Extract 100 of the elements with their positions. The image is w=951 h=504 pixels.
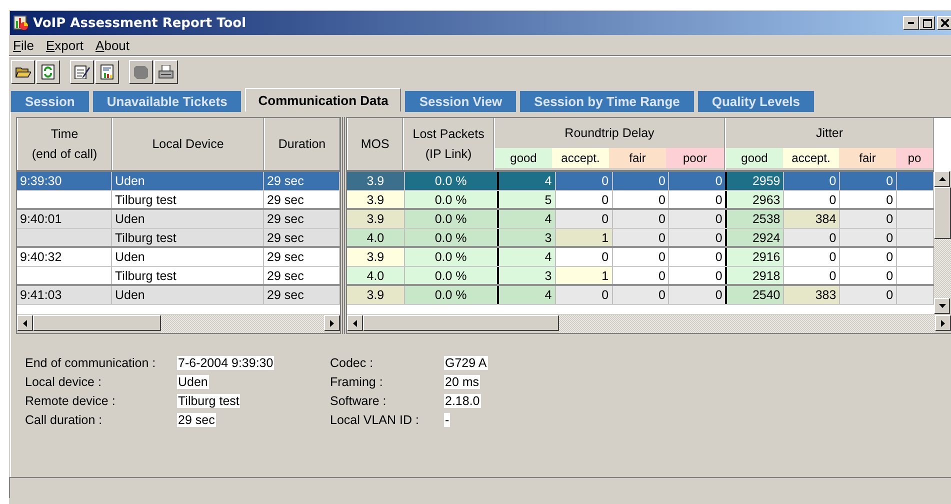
table-cell: 9:40:01 [20,212,62,226]
column-header[interactable]: accept. [552,148,609,168]
table-cell: 383 [784,286,840,304]
column-header[interactable]: fair [609,148,666,168]
field-label: Remote device : [25,394,116,408]
table-cell: 29 sec [267,250,304,264]
table-cell: 0.0 % [404,191,499,208]
table-cell: 1 [556,229,613,246]
close-button[interactable] [937,16,951,30]
table-row[interactable]: 3.9 0.0 % 4 0 0 0 2959 0 0 [347,172,934,191]
column-header[interactable]: Roundtrip Delay [495,118,724,148]
table-cell: 0 [612,229,670,246]
column-header[interactable]: Time (end of call) [17,118,112,170]
report-icon [100,64,114,80]
table-cell: 0.0 % [404,229,499,246]
table-cell: 3 [498,229,556,246]
column-header[interactable]: good [495,148,552,168]
tab[interactable]: Unavailable Tickets [92,91,242,112]
table-row[interactable]: 9:40:32 Uden 29 sec [17,248,340,267]
field-value: 29 sec [177,413,216,427]
table-cell: 0 [556,286,613,304]
table-row[interactable]: Tilburg test 29 sec [17,267,340,286]
field-label: Framing : [330,375,384,389]
table-cell: 2924 [727,229,784,246]
table-cell: 3.9 [347,210,405,228]
toolbar-button[interactable] [36,60,60,84]
table-row[interactable]: 3.9 0.0 % 4 0 0 0 2916 0 0 [347,248,934,267]
table-cell: Uden [115,174,145,188]
table-row[interactable]: 9:41:03 Uden 29 sec [17,286,340,305]
table-cell: Uden [115,212,145,226]
table-cell: Tilburg test [115,192,176,206]
table-cell: 29 sec [267,230,304,244]
column-header[interactable]: MOS [347,118,404,170]
table-cell: 0.0 % [404,172,499,190]
maximize-button[interactable] [919,16,935,30]
right-arrow-icon [941,320,945,326]
menu-item[interactable]: Export [46,38,84,52]
table-cell: 0 [612,210,670,228]
table-cell: 0 [612,248,670,266]
table-row[interactable]: 3.9 0.0 % 5 0 0 0 2963 0 0 [347,191,934,210]
tab[interactable]: Session View [405,91,516,112]
table-row[interactable]: 9:39:30 Uden 29 sec [17,172,340,191]
table-cell: 0 [556,210,613,228]
minimize-button[interactable] [903,16,919,30]
table-cell: 4.0 [347,267,405,284]
tab[interactable]: Session by Time Range [520,91,694,112]
tab[interactable]: Quality Levels [698,91,814,112]
column-header[interactable]: po [896,148,933,168]
table-cell: 0 [612,191,670,208]
table-cell: 4 [498,248,556,266]
vertical-scrollbar[interactable] [934,171,951,314]
table-cell: 3 [498,267,556,284]
table-cell: 29 sec [267,192,304,206]
horizontal-scrollbar[interactable] [347,314,951,333]
column-header[interactable]: Jitter [726,118,933,148]
table-cell: 4 [498,172,556,190]
table-row[interactable]: 3.9 0.0 % 4 0 0 0 2540 383 0 [347,286,934,305]
table-cell: 0.0 % [404,286,499,304]
printer-icon [158,65,174,79]
table-cell: 29 sec [267,288,304,302]
column-header[interactable]: fair [839,148,896,168]
toolbar-button[interactable] [70,60,94,84]
column-header[interactable]: Local Device [112,118,264,170]
table-row[interactable]: 3.9 0.0 % 4 0 0 0 2538 384 0 [347,210,934,229]
column-header[interactable]: accept. [783,148,839,168]
column-header[interactable]: Duration [264,118,340,170]
table-row[interactable]: 4.0 0.0 % 3 1 0 0 2918 0 0 [347,267,934,286]
table-cell: 2959 [727,172,784,190]
table-cell: 0.0 % [404,267,499,284]
toolbar-button[interactable] [154,60,178,84]
left-arrow-icon [23,320,27,326]
table-cell: 3.9 [347,172,405,190]
table-row[interactable]: 9:40:01 Uden 29 sec [17,210,340,229]
table-cell: 0 [556,191,613,208]
column-header[interactable]: Lost Packets (IP Link) [403,118,494,170]
table-cell: 4 [498,286,556,304]
toolbar-button[interactable] [11,60,35,84]
table-cell: 0.0 % [404,210,499,228]
tab[interactable]: Session [11,91,89,112]
field-label: Call duration : [25,413,104,427]
column-header[interactable]: good [726,148,783,168]
table-row[interactable]: Tilburg test 29 sec [17,229,340,248]
table-cell: 2963 [727,191,784,208]
horizontal-scrollbar[interactable] [17,314,340,333]
toolbar-button[interactable] [95,60,119,84]
tab[interactable]: Communication Data [245,88,402,112]
table-cell: 2918 [727,267,784,284]
field-label: End of communication : [25,356,157,370]
table-cell: 0 [556,248,613,266]
menu-item[interactable]: About [96,38,130,52]
field-value: 20 ms [444,375,480,389]
column-header[interactable]: poor [666,148,724,168]
table-row[interactable]: 4.0 0.0 % 3 1 0 0 2924 0 0 [347,229,934,248]
close-icon [941,19,949,27]
table-cell: 2538 [727,210,784,228]
table-cell: 2540 [727,286,784,304]
table-row[interactable]: Tilburg test 29 sec [17,191,340,210]
menu-item[interactable]: File [13,38,34,52]
field-value: Tilburg test [177,394,240,408]
chart-icon [13,15,29,31]
